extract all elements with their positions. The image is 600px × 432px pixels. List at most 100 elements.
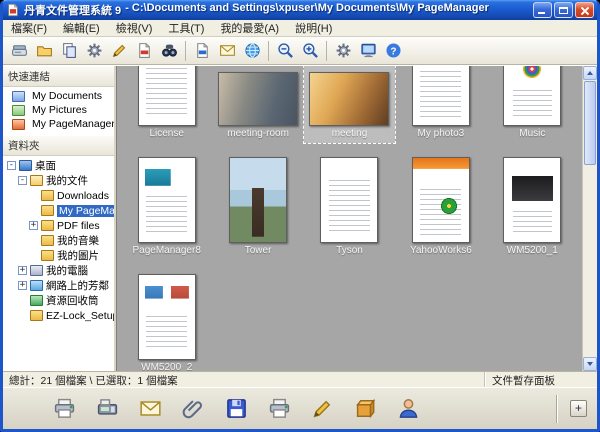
scroll-up-button[interactable] [583, 66, 597, 80]
web-button[interactable] [240, 39, 264, 63]
thumbnail-viewport: License meeting-room meetingMy photo3 Music… [116, 66, 597, 371]
menu-help[interactable]: 說明(H) [287, 19, 340, 37]
menu-favorites[interactable]: 我的最愛(A) [212, 19, 287, 37]
tree-item-my-music[interactable]: 我的音樂 [3, 233, 114, 248]
mail-button[interactable] [135, 394, 165, 424]
fax-button[interactable] [92, 394, 122, 424]
tree-item-recycle-bin[interactable]: 資源回收筒 [3, 293, 114, 308]
package-button[interactable] [350, 394, 380, 424]
app-icon [6, 3, 20, 17]
zoom-in-button[interactable] [298, 39, 322, 63]
title-bar[interactable]: 丹青文件管理系統 9 - C:\Documents and Settings\x… [3, 0, 597, 20]
editor-button[interactable] [107, 39, 131, 63]
scan-button[interactable] [7, 39, 31, 63]
tree-item-my-documents[interactable]: -我的文件 [3, 173, 114, 188]
tree-item-downloads[interactable]: Downloads [3, 188, 114, 203]
thumbnail-page [218, 66, 298, 126]
scrollbar-thumb[interactable] [584, 81, 596, 165]
quick-link-my-documents[interactable]: My Documents [3, 89, 114, 103]
printer-icon [53, 397, 76, 420]
quick-link-my-pagemanager[interactable]: My PageManager [3, 117, 114, 131]
desktop-icon [19, 160, 32, 171]
share-button[interactable] [393, 394, 423, 424]
scroll-down-button[interactable] [583, 357, 597, 371]
scanner-icon [11, 42, 28, 59]
toolbar-separator [268, 41, 269, 61]
thumbnail-tower[interactable]: Tower [212, 147, 303, 260]
thumbnail-page [138, 151, 196, 243]
tree-item-my-pagemanager[interactable]: My PageManager [3, 203, 114, 218]
search-button[interactable] [157, 39, 181, 63]
thumbnail-wm5200-2[interactable]: WM5200_2 [121, 264, 212, 371]
attach-button[interactable] [178, 394, 208, 424]
thumbnail-yahooworks6[interactable]: YahooWorks6 [395, 147, 486, 260]
tree-item-my-pictures[interactable]: 我的圖片 [3, 248, 114, 263]
tree-expander[interactable]: - [18, 176, 27, 185]
thumbnail-page [138, 268, 196, 360]
toolbar-separator [326, 41, 327, 61]
print-button[interactable] [49, 394, 79, 424]
convert-document-button[interactable] [190, 39, 214, 63]
edit-button[interactable] [307, 394, 337, 424]
menu-file[interactable]: 檔案(F) [3, 19, 55, 37]
toolbar-separator [185, 41, 186, 61]
tools-button[interactable] [82, 39, 106, 63]
tree-item-ez-lock[interactable]: EZ-Lock_Setup577_tw [3, 308, 114, 323]
tree-expander[interactable]: - [7, 161, 16, 170]
help-button[interactable]: ? [381, 39, 405, 63]
tree-item-my-computer[interactable]: +我的電腦 [3, 263, 114, 278]
tree-item-label: Downloads [57, 190, 109, 202]
scrollbar-track[interactable] [583, 80, 597, 357]
quick-link-my-pictures[interactable]: My Pictures [3, 103, 114, 117]
thumbnail-view[interactable]: License meeting-room meetingMy photo3 Music… [116, 66, 582, 371]
thumbnail-caption: Music [519, 128, 545, 141]
arrow-down-icon [587, 362, 593, 366]
thumbnail-meeting-room[interactable]: meeting-room [212, 66, 303, 143]
tree-item-pdf-files[interactable]: +PDF files [3, 218, 114, 233]
mypm-icon [12, 119, 25, 130]
tree-expander[interactable]: + [18, 266, 27, 275]
thumbnail-page [309, 66, 389, 126]
thumbnail-pagemanager8[interactable]: PageManager8 [121, 147, 212, 260]
clip-icon [182, 397, 205, 420]
thumbnail-caption: meeting-room [227, 128, 289, 141]
print-page-button[interactable] [264, 394, 294, 424]
tree-expander[interactable]: + [29, 221, 38, 230]
tray-add-button[interactable]: + [570, 400, 587, 417]
display-button[interactable] [356, 39, 380, 63]
thumbnail-grid: License meeting-room meetingMy photo3 Music… [121, 66, 578, 371]
thumbnail-my-photo3[interactable]: My photo3 [395, 66, 486, 143]
menu-view[interactable]: 檢視(V) [108, 19, 161, 37]
menu-bar: 檔案(F)編輯(E)檢視(V)工具(T)我的最愛(A)說明(H) [3, 20, 597, 37]
thumbnail-wm5200-1[interactable]: WM5200_1 [487, 147, 578, 260]
zoom-out-button[interactable] [273, 39, 297, 63]
maximize-button[interactable] [554, 2, 573, 18]
save-button[interactable] [221, 394, 251, 424]
page-blue-icon [194, 42, 211, 59]
send-mail-button[interactable] [215, 39, 239, 63]
thumbnail-image [138, 157, 196, 243]
pdf-button[interactable] [132, 39, 156, 63]
thumbnail-license[interactable]: License [121, 66, 212, 143]
thumbnail-meeting[interactable]: meeting [304, 66, 395, 143]
thumbnail-music[interactable]: Music [487, 66, 578, 143]
thumbnail-image [320, 157, 378, 243]
thumbnail-image [309, 72, 389, 126]
vertical-scrollbar[interactable] [582, 66, 597, 371]
settings-button[interactable] [331, 39, 355, 63]
status-file-count: 總計：21 個檔案 \ 已選取：1 個檔案 [3, 372, 485, 387]
open-folder-button[interactable] [32, 39, 56, 63]
tree-expander[interactable]: + [18, 281, 27, 290]
tree-item-label: 網路上的芳鄰 [46, 278, 109, 293]
close-button[interactable] [575, 2, 594, 18]
minimize-button[interactable] [533, 2, 552, 18]
stack-button[interactable] [57, 39, 81, 63]
sidebar: 快速連結 My DocumentsMy PicturesMy PageManag… [3, 66, 116, 371]
status-bar: 總計：21 個檔案 \ 已選取：1 個檔案 文件暫存面板 [3, 371, 597, 387]
tree-item-desktop[interactable]: -桌面 [3, 158, 114, 173]
thumbnail-tyson[interactable]: Tyson [304, 147, 395, 260]
pen-icon [311, 397, 334, 420]
tree-item-network-places[interactable]: + 網路上的芳鄰 [3, 278, 114, 293]
menu-tools[interactable]: 工具(T) [160, 19, 212, 37]
menu-edit[interactable]: 編輯(E) [55, 19, 108, 37]
